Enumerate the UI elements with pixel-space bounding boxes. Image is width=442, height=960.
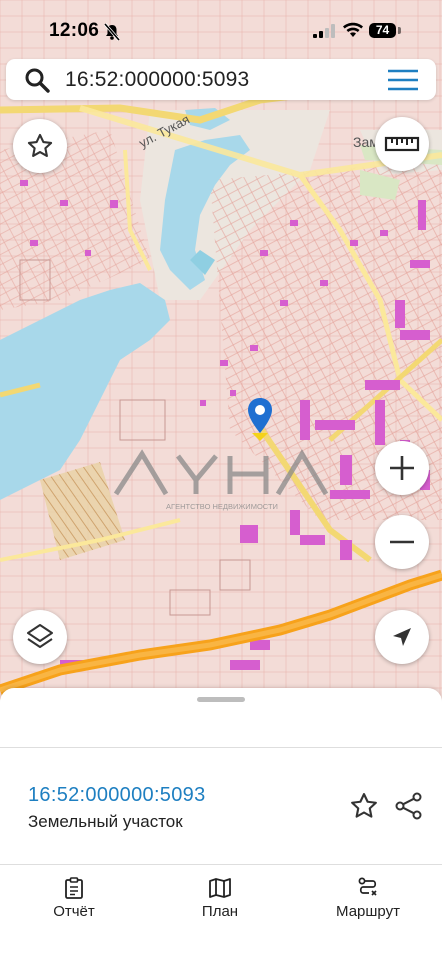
- watermark-subtitle: АГЕНТСТВО НЕДВИЖИМОСТИ: [166, 502, 278, 511]
- agency-watermark-logo: АГЕНТСТВО НЕДВИЖИМОСТИ: [113, 449, 329, 511]
- zoom-out-button[interactable]: [375, 515, 429, 569]
- star-outline-icon: [27, 133, 53, 157]
- tab-report[interactable]: Отчёт: [14, 876, 134, 920]
- bell-slash-icon: [104, 23, 120, 41]
- route-icon: [358, 877, 377, 896]
- search-bar[interactable]: 16:52:000000:5093: [6, 59, 436, 100]
- tab-route[interactable]: Маршрут: [308, 876, 428, 920]
- status-bar: 12:06 74: [0, 0, 442, 58]
- search-icon[interactable]: [24, 67, 50, 93]
- ruler-icon: [384, 136, 420, 152]
- ruler-button[interactable]: [375, 117, 429, 171]
- sheet-divider-top: [0, 747, 442, 748]
- map-view[interactable]: ул. Тукая Зам АГЕНТСТВО НЕДВИЖИМОСТИ: [0, 0, 442, 700]
- tab-route-label: Маршрут: [336, 903, 400, 920]
- hamburger-menu-icon[interactable]: [387, 69, 419, 91]
- minus-icon: [390, 540, 414, 544]
- layers-button[interactable]: [13, 610, 67, 664]
- report-clipboard-icon: [65, 877, 83, 899]
- battery-tip: [398, 27, 401, 34]
- star-outline-icon[interactable]: [349, 791, 379, 821]
- tab-report-label: Отчёт: [53, 903, 95, 920]
- tab-plan[interactable]: План: [160, 876, 280, 920]
- sheet-drag-handle[interactable]: [197, 697, 245, 702]
- parcel-type-label: Земельный участок: [28, 812, 183, 831]
- plus-icon: [390, 456, 414, 480]
- search-input[interactable]: 16:52:000000:5093: [65, 68, 249, 92]
- battery-icon: 74: [369, 23, 396, 38]
- layers-icon: [27, 624, 53, 648]
- tab-plan-label: План: [201, 903, 239, 920]
- share-icon[interactable]: [394, 791, 424, 821]
- navigation-arrow-icon: [393, 628, 411, 646]
- wifi-icon: [343, 22, 363, 37]
- favorite-star-button[interactable]: [13, 119, 67, 173]
- parcel-cadastral-number[interactable]: 16:52:000000:5093: [28, 784, 206, 807]
- my-location-button[interactable]: [375, 610, 429, 664]
- map-plan-icon: [209, 878, 231, 898]
- status-time: 12:06: [49, 20, 100, 41]
- sheet-divider-bottom: [0, 864, 442, 865]
- map-canvas[interactable]: ул. Тукая Зам: [0, 0, 442, 700]
- zoom-in-button[interactable]: [375, 441, 429, 495]
- cellular-signal-icon: [313, 24, 335, 38]
- location-pin-icon[interactable]: [247, 397, 273, 443]
